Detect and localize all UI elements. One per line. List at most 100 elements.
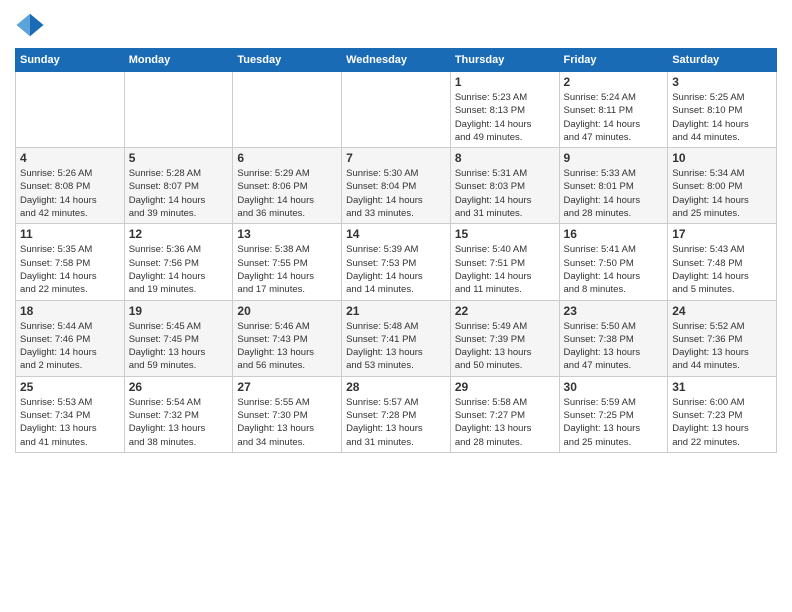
day-cell-3: 3 Sunrise: 5:25 AM Sunset: 8:10 PM Daylig… (668, 72, 777, 148)
day-info-3: Sunrise: 5:25 AM Sunset: 8:10 PM Dayligh… (672, 91, 772, 144)
day-cell-21: 21Sunrise: 5:48 AM Sunset: 7:41 PM Dayli… (342, 300, 451, 376)
day-cell-29: 29Sunrise: 5:58 AM Sunset: 7:27 PM Dayli… (450, 376, 559, 452)
day-info-31: Sunrise: 6:00 AM Sunset: 7:23 PM Dayligh… (672, 396, 772, 449)
day-cell-12: 12Sunrise: 5:36 AM Sunset: 7:56 PM Dayli… (124, 224, 233, 300)
day-info-17: Sunrise: 5:43 AM Sunset: 7:48 PM Dayligh… (672, 243, 772, 296)
day-info-5: Sunrise: 5:28 AM Sunset: 8:07 PM Dayligh… (129, 167, 229, 220)
day-number-22: 22 (455, 304, 555, 318)
day-cell-2: 2Sunrise: 5:24 AM Sunset: 8:11 PM Daylig… (559, 72, 668, 148)
empty-cell (342, 72, 451, 148)
page: SundayMondayTuesdayWednesdayThursdayFrid… (0, 0, 792, 612)
day-number-5: 5 (129, 151, 229, 165)
calendar-body: 1 Sunrise: 5:23 AM Sunset: 8:13 PM Daylig… (16, 72, 777, 453)
day-cell-6: 6 Sunrise: 5:29 AM Sunset: 8:06 PM Daylig… (233, 148, 342, 224)
weekday-header-saturday: Saturday (668, 49, 777, 72)
day-info-14: Sunrise: 5:39 AM Sunset: 7:53 PM Dayligh… (346, 243, 446, 296)
day-number-14: 14 (346, 227, 446, 241)
day-number-17: 17 (672, 227, 772, 241)
day-info-15: Sunrise: 5:40 AM Sunset: 7:51 PM Dayligh… (455, 243, 555, 296)
day-cell-30: 30 Sunrise: 5:59 AM Sunset: 7:25 PM Dayli… (559, 376, 668, 452)
day-info-4: Sunrise: 5:26 AM Sunset: 8:08 PM Dayligh… (20, 167, 120, 220)
day-cell-15: 15 Sunrise: 5:40 AM Sunset: 7:51 PM Dayli… (450, 224, 559, 300)
day-info-7: Sunrise: 5:30 AM Sunset: 8:04 PM Dayligh… (346, 167, 446, 220)
day-cell-8: 8 Sunrise: 5:31 AM Sunset: 8:03 PM Daylig… (450, 148, 559, 224)
calendar-header: SundayMondayTuesdayWednesdayThursdayFrid… (16, 49, 777, 72)
weekday-header-sunday: Sunday (16, 49, 125, 72)
day-info-19: Sunrise: 5:45 AM Sunset: 7:45 PM Dayligh… (129, 320, 229, 373)
day-number-4: 4 (20, 151, 120, 165)
weekday-row: SundayMondayTuesdayWednesdayThursdayFrid… (16, 49, 777, 72)
week-row-4: 18Sunrise: 5:44 AM Sunset: 7:46 PM Dayli… (16, 300, 777, 376)
day-info-10: Sunrise: 5:34 AM Sunset: 8:00 PM Dayligh… (672, 167, 772, 220)
day-number-23: 23 (564, 304, 664, 318)
day-info-29: Sunrise: 5:58 AM Sunset: 7:27 PM Dayligh… (455, 396, 555, 449)
weekday-header-thursday: Thursday (450, 49, 559, 72)
day-cell-4: 4 Sunrise: 5:26 AM Sunset: 8:08 PM Daylig… (16, 148, 125, 224)
day-cell-7: 7 Sunrise: 5:30 AM Sunset: 8:04 PM Daylig… (342, 148, 451, 224)
day-cell-11: 11 Sunrise: 5:35 AM Sunset: 7:58 PM Dayli… (16, 224, 125, 300)
day-info-23: Sunrise: 5:50 AM Sunset: 7:38 PM Dayligh… (564, 320, 664, 373)
day-number-25: 25 (20, 380, 120, 394)
day-cell-17: 17 Sunrise: 5:43 AM Sunset: 7:48 PM Dayli… (668, 224, 777, 300)
day-cell-16: 16 Sunrise: 5:41 AM Sunset: 7:50 PM Dayli… (559, 224, 668, 300)
day-number-13: 13 (237, 227, 337, 241)
day-info-20: Sunrise: 5:46 AM Sunset: 7:43 PM Dayligh… (237, 320, 337, 373)
day-info-22: Sunrise: 5:49 AM Sunset: 7:39 PM Dayligh… (455, 320, 555, 373)
day-number-15: 15 (455, 227, 555, 241)
day-info-16: Sunrise: 5:41 AM Sunset: 7:50 PM Dayligh… (564, 243, 664, 296)
day-number-31: 31 (672, 380, 772, 394)
weekday-header-monday: Monday (124, 49, 233, 72)
day-cell-5: 5 Sunrise: 5:28 AM Sunset: 8:07 PM Daylig… (124, 148, 233, 224)
weekday-header-tuesday: Tuesday (233, 49, 342, 72)
day-info-12: Sunrise: 5:36 AM Sunset: 7:56 PM Dayligh… (129, 243, 229, 296)
day-number-7: 7 (346, 151, 446, 165)
day-info-30: Sunrise: 5:59 AM Sunset: 7:25 PM Dayligh… (564, 396, 664, 449)
day-number-30: 30 (564, 380, 664, 394)
day-info-6: Sunrise: 5:29 AM Sunset: 8:06 PM Dayligh… (237, 167, 337, 220)
day-cell-23: 23 Sunrise: 5:50 AM Sunset: 7:38 PM Dayli… (559, 300, 668, 376)
day-cell-18: 18Sunrise: 5:44 AM Sunset: 7:46 PM Dayli… (16, 300, 125, 376)
day-number-28: 28 (346, 380, 446, 394)
day-number-10: 10 (672, 151, 772, 165)
day-number-27: 27 (237, 380, 337, 394)
logo-icon (15, 10, 45, 40)
day-number-2: 2 (564, 75, 664, 89)
header (15, 10, 777, 40)
day-info-1: Sunrise: 5:23 AM Sunset: 8:13 PM Dayligh… (455, 91, 555, 144)
day-number-21: 21 (346, 304, 446, 318)
day-number-19: 19 (129, 304, 229, 318)
day-cell-27: 27 Sunrise: 5:55 AM Sunset: 7:30 PM Dayli… (233, 376, 342, 452)
week-row-1: 1 Sunrise: 5:23 AM Sunset: 8:13 PM Daylig… (16, 72, 777, 148)
day-cell-25: 25Sunrise: 5:53 AM Sunset: 7:34 PM Dayli… (16, 376, 125, 452)
day-cell-28: 28 Sunrise: 5:57 AM Sunset: 7:28 PM Dayli… (342, 376, 451, 452)
day-info-9: Sunrise: 5:33 AM Sunset: 8:01 PM Dayligh… (564, 167, 664, 220)
day-info-28: Sunrise: 5:57 AM Sunset: 7:28 PM Dayligh… (346, 396, 446, 449)
empty-cell (233, 72, 342, 148)
day-cell-31: 31 Sunrise: 6:00 AM Sunset: 7:23 PM Dayli… (668, 376, 777, 452)
week-row-5: 25Sunrise: 5:53 AM Sunset: 7:34 PM Dayli… (16, 376, 777, 452)
day-info-11: Sunrise: 5:35 AM Sunset: 7:58 PM Dayligh… (20, 243, 120, 296)
day-info-8: Sunrise: 5:31 AM Sunset: 8:03 PM Dayligh… (455, 167, 555, 220)
week-row-3: 11 Sunrise: 5:35 AM Sunset: 7:58 PM Dayli… (16, 224, 777, 300)
day-info-27: Sunrise: 5:55 AM Sunset: 7:30 PM Dayligh… (237, 396, 337, 449)
day-number-26: 26 (129, 380, 229, 394)
day-info-26: Sunrise: 5:54 AM Sunset: 7:32 PM Dayligh… (129, 396, 229, 449)
day-number-16: 16 (564, 227, 664, 241)
calendar-table: SundayMondayTuesdayWednesdayThursdayFrid… (15, 48, 777, 453)
day-cell-22: 22 Sunrise: 5:49 AM Sunset: 7:39 PM Dayli… (450, 300, 559, 376)
day-number-11: 11 (20, 227, 120, 241)
day-cell-14: 14 Sunrise: 5:39 AM Sunset: 7:53 PM Dayli… (342, 224, 451, 300)
day-number-1: 1 (455, 75, 555, 89)
day-info-13: Sunrise: 5:38 AM Sunset: 7:55 PM Dayligh… (237, 243, 337, 296)
day-number-8: 8 (455, 151, 555, 165)
day-cell-10: 10 Sunrise: 5:34 AM Sunset: 8:00 PM Dayli… (668, 148, 777, 224)
day-number-24: 24 (672, 304, 772, 318)
weekday-header-friday: Friday (559, 49, 668, 72)
day-number-6: 6 (237, 151, 337, 165)
day-cell-1: 1 Sunrise: 5:23 AM Sunset: 8:13 PM Daylig… (450, 72, 559, 148)
day-cell-13: 13 Sunrise: 5:38 AM Sunset: 7:55 PM Dayli… (233, 224, 342, 300)
day-info-24: Sunrise: 5:52 AM Sunset: 7:36 PM Dayligh… (672, 320, 772, 373)
day-number-3: 3 (672, 75, 772, 89)
weekday-header-wednesday: Wednesday (342, 49, 451, 72)
day-number-18: 18 (20, 304, 120, 318)
